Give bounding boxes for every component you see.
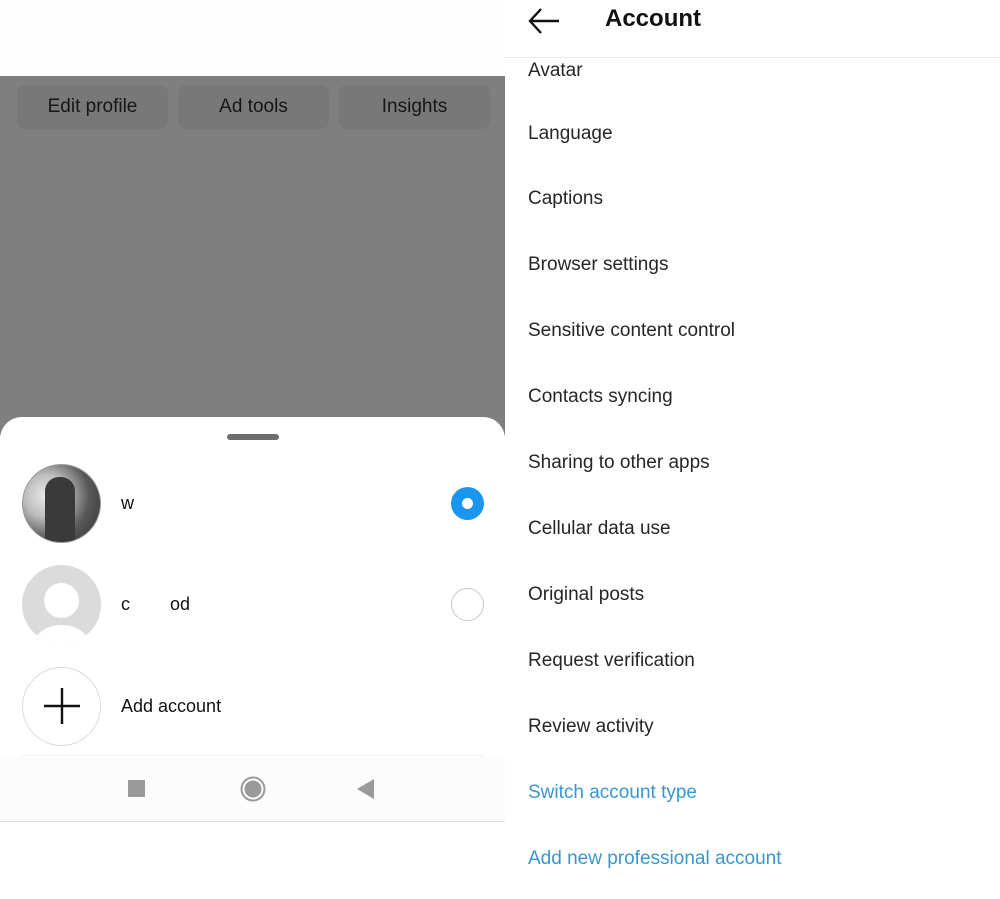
menu-item-browser-settings[interactable]: Browser settings xyxy=(528,232,988,298)
sheet-drag-handle[interactable] xyxy=(227,434,279,440)
back-arrow-icon[interactable] xyxy=(527,6,561,36)
back-icon[interactable] xyxy=(357,779,375,799)
menu-item-review-activity[interactable]: Review activity xyxy=(528,694,988,760)
unselected-radio[interactable] xyxy=(451,587,484,621)
home-icon[interactable] xyxy=(240,776,266,802)
add-professional-account-link[interactable]: Add new professional account xyxy=(528,826,988,892)
menu-item-language[interactable]: Language xyxy=(528,90,988,166)
menu-item-avatar[interactable]: Avatar xyxy=(528,60,988,90)
settings-menu: Avatar Language Captions Browser setting… xyxy=(528,60,988,892)
default-avatar-icon xyxy=(22,564,101,644)
account-row[interactable]: c od xyxy=(22,564,484,644)
account-name: c od xyxy=(121,593,191,614)
menu-item-request-verification[interactable]: Request verification xyxy=(528,628,988,694)
avatar xyxy=(22,463,101,543)
page-title: Account xyxy=(605,5,701,32)
profile-actions: Edit profile Ad tools Insights xyxy=(17,85,490,129)
divider xyxy=(22,755,484,756)
menu-item-sensitive-content[interactable]: Sensitive content control xyxy=(528,298,988,364)
insights-button[interactable]: Insights xyxy=(339,85,490,129)
left-panel: Edit profile Ad tools Insights w c od Ad… xyxy=(0,0,505,899)
menu-item-sharing[interactable]: Sharing to other apps xyxy=(528,430,988,496)
add-account-label: Add account xyxy=(121,695,222,716)
account-switcher-sheet: w c od Add account xyxy=(0,417,505,823)
menu-item-original-posts[interactable]: Original posts xyxy=(528,562,988,628)
plus-icon xyxy=(22,666,101,746)
dimmed-overlay[interactable] xyxy=(0,76,505,436)
menu-item-captions[interactable]: Captions xyxy=(528,166,988,232)
ad-tools-button[interactable]: Ad tools xyxy=(178,85,329,129)
account-row[interactable]: w xyxy=(22,463,484,543)
account-name: w xyxy=(121,492,134,513)
recents-icon[interactable] xyxy=(127,779,146,798)
edit-profile-button[interactable]: Edit profile xyxy=(17,85,168,129)
menu-item-cellular-data[interactable]: Cellular data use xyxy=(528,496,988,562)
profile-header-area xyxy=(0,0,505,76)
system-nav-bar xyxy=(0,757,505,822)
switch-account-type-link[interactable]: Switch account type xyxy=(528,760,988,826)
selected-radio[interactable] xyxy=(451,486,484,520)
account-settings-panel: Account Avatar Language Captions Browser… xyxy=(505,0,1000,899)
menu-item-contacts-syncing[interactable]: Contacts syncing xyxy=(528,364,988,430)
app-header: Account xyxy=(505,0,1000,58)
add-account-row[interactable]: Add account xyxy=(22,666,484,746)
